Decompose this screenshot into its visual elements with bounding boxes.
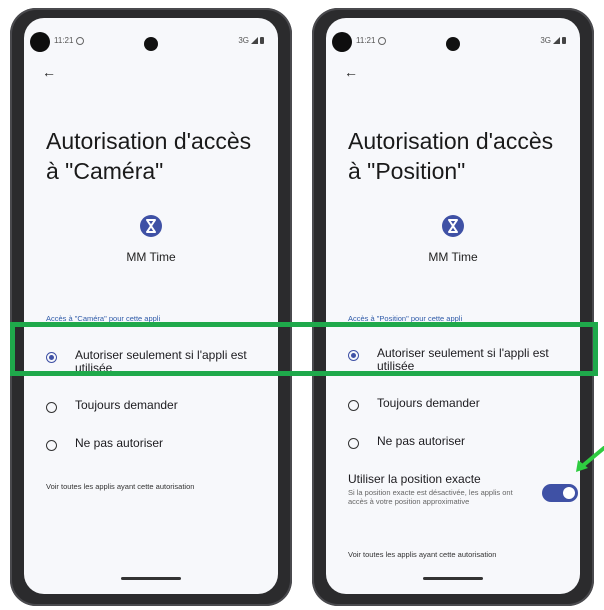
page-title: Autorisation d'accès à "Caméra" (46, 128, 252, 184)
alarm-icon (76, 36, 85, 45)
toggle-knob (563, 487, 575, 499)
status-time: 11:21 (356, 36, 387, 45)
option-label: Ne pas autoriser (377, 434, 466, 448)
back-arrow-icon[interactable]: ← (344, 64, 358, 80)
arrow-pointer-icon (576, 446, 604, 472)
option-label: Autoriser seulement si l'appli est utili… (377, 346, 549, 373)
see-all-apps-link[interactable]: Voir toutes les applis ayant cette autor… (46, 482, 194, 491)
option-allow-while-using[interactable]: Autoriser seulement si l'appli est utili… (348, 347, 570, 373)
home-gesture-bar[interactable] (423, 577, 483, 580)
battery-icon (562, 37, 566, 45)
camera-permission-screen: 11:21 3G ← Autorisation d'accès à "Camér… (24, 18, 278, 594)
phone-frame-location: 11:21 3G ← Autorisation d'accès à "Posit… (312, 8, 594, 606)
page-title: Autorisation d'accès à "Position" (348, 128, 554, 184)
exact-location-description: Si la position exacte est désactivée, le… (348, 488, 513, 506)
option-label: Ne pas autoriser (75, 436, 164, 450)
option-allow-while-using[interactable]: Autoriser seulement si l'appli est utili… (46, 349, 268, 375)
status-network: 3G (540, 36, 566, 45)
radio-selected-icon[interactable] (348, 350, 359, 361)
section-label: Accès à "Position" pour cette appli (348, 314, 463, 323)
battery-icon (260, 37, 264, 45)
status-network: 3G (238, 36, 264, 45)
radio-selected-icon[interactable] (46, 352, 57, 363)
app-name: MM Time (126, 250, 176, 264)
location-permission-screen: 11:21 3G ← Autorisation d'accès à "Posit… (326, 18, 580, 594)
signal-icon (251, 37, 258, 45)
option-label: Autoriser seulement si l'appli est utili… (75, 348, 247, 375)
option-deny[interactable]: Ne pas autoriser (348, 435, 570, 449)
hourglass-app-icon[interactable] (441, 214, 465, 238)
radio-unselected-icon[interactable] (46, 440, 57, 451)
status-bar: 11:21 3G (24, 36, 278, 50)
hourglass-app-icon[interactable] (139, 214, 163, 238)
option-ask-every-time[interactable]: Toujours demander (348, 397, 570, 411)
radio-unselected-icon[interactable] (46, 402, 57, 413)
option-label: Toujours demander (377, 396, 480, 410)
alarm-icon (378, 36, 387, 45)
home-gesture-bar[interactable] (121, 577, 181, 580)
phone-frame-camera: 11:21 3G ← Autorisation d'accès à "Camér… (10, 8, 292, 606)
radio-unselected-icon[interactable] (348, 400, 359, 411)
option-ask-every-time[interactable]: Toujours demander (46, 399, 268, 413)
option-deny[interactable]: Ne pas autoriser (46, 437, 268, 451)
exact-location-toggle[interactable] (542, 484, 578, 502)
status-bar: 11:21 3G (326, 36, 580, 50)
section-label: Accès à "Caméra" pour cette appli (46, 314, 161, 323)
exact-location-title: Utiliser la position exacte (348, 472, 481, 486)
status-time: 11:21 (54, 36, 85, 45)
see-all-apps-link[interactable]: Voir toutes les applis ayant cette autor… (348, 550, 496, 559)
signal-icon (553, 37, 560, 45)
option-label: Toujours demander (75, 398, 178, 412)
app-name: MM Time (428, 250, 478, 264)
back-arrow-icon[interactable]: ← (42, 64, 56, 80)
radio-unselected-icon[interactable] (348, 438, 359, 449)
